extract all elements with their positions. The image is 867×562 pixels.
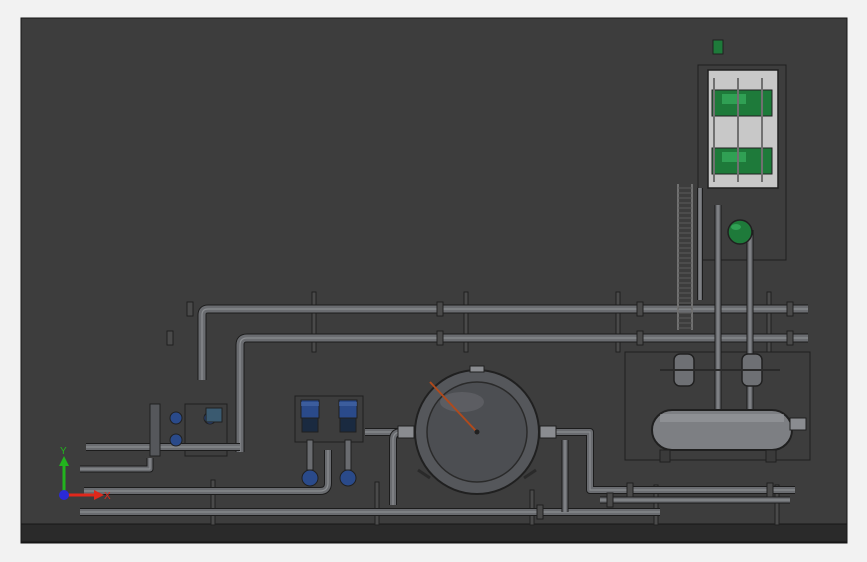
pipe-flange bbox=[536, 504, 544, 520]
skid-green-pump-highlight bbox=[722, 94, 746, 104]
skid-green-pump-highlight bbox=[722, 152, 746, 162]
support-post bbox=[529, 489, 535, 526]
vessel-hub bbox=[474, 429, 480, 435]
skid-green-vessel bbox=[727, 219, 753, 245]
pipe-flange bbox=[606, 492, 614, 508]
pump-volute bbox=[301, 469, 319, 487]
vessel-right-flange bbox=[539, 425, 557, 439]
pump-motor-highlight bbox=[339, 402, 357, 406]
support-post bbox=[615, 291, 621, 353]
tank-highlight bbox=[660, 414, 784, 422]
tank-leg-right bbox=[765, 449, 777, 463]
manifold-column bbox=[149, 403, 161, 457]
pipe-flange bbox=[766, 482, 774, 498]
pump-motor-highlight bbox=[301, 402, 319, 406]
pump-terminal-box bbox=[301, 417, 319, 433]
skid-green-vessel-highlight bbox=[731, 224, 741, 230]
pipe-flange bbox=[786, 301, 794, 317]
z-axis-dot bbox=[59, 490, 69, 500]
pipe-flange bbox=[636, 330, 644, 346]
bottom-frame-band bbox=[20, 523, 848, 543]
pump-shaft bbox=[344, 439, 352, 471]
support-post bbox=[374, 481, 380, 526]
tank-end-nozzle bbox=[789, 417, 807, 431]
pipe-flange bbox=[436, 330, 444, 346]
manifold-pump bbox=[169, 411, 183, 425]
vessel-highlight bbox=[440, 392, 484, 412]
support-post bbox=[210, 479, 216, 526]
support-post bbox=[463, 291, 469, 353]
pipe-flange bbox=[436, 301, 444, 317]
pump-shaft bbox=[306, 439, 314, 471]
pump-terminal-box bbox=[339, 417, 357, 433]
piping-assembly-drawing[interactable]: Y X bbox=[0, 0, 867, 562]
skid-top-valve bbox=[712, 39, 724, 55]
vessel-left-flange bbox=[397, 425, 415, 439]
manifold-control-box bbox=[205, 407, 223, 423]
pipe-flange bbox=[186, 301, 194, 317]
pipe-flange bbox=[626, 482, 634, 498]
pipe-flange bbox=[636, 301, 644, 317]
tank-leg-left bbox=[659, 449, 671, 463]
pipe-flange bbox=[166, 330, 174, 346]
manifold-pump bbox=[169, 433, 183, 447]
pump-volute bbox=[339, 469, 357, 487]
pipe-flange bbox=[786, 330, 794, 346]
support-post bbox=[766, 291, 772, 353]
y-axis-label: Y bbox=[60, 446, 67, 457]
cad-viewport[interactable]: Y X bbox=[0, 0, 867, 562]
vessel-top-nozzle bbox=[469, 365, 485, 373]
support-post bbox=[311, 291, 317, 353]
x-axis-label: X bbox=[104, 491, 111, 502]
